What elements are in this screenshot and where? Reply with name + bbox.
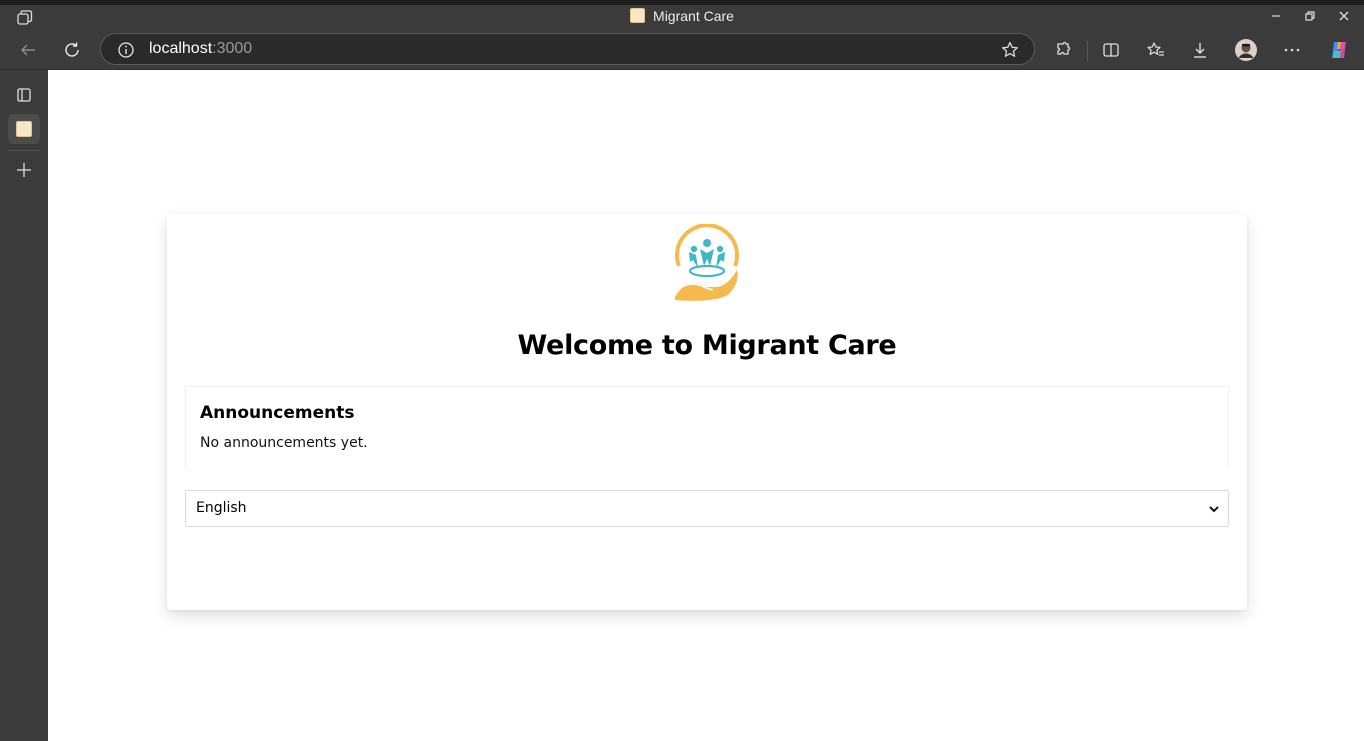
more-options-icon[interactable]	[1279, 37, 1305, 63]
minimize-icon[interactable]	[1266, 7, 1286, 25]
welcome-card: Welcome to Migrant Care Announcements No…	[167, 214, 1247, 610]
announcements-title: Announcements	[200, 403, 355, 423]
tab-favicon-icon	[16, 121, 32, 137]
extensions-icon[interactable]	[1050, 37, 1076, 63]
window-title-text: Migrant Care	[653, 8, 734, 24]
language-select[interactable]: English	[185, 490, 1229, 527]
url-host: localhost	[149, 40, 213, 57]
tab-migrant-care[interactable]	[8, 114, 40, 144]
toolbar-divider	[1087, 41, 1088, 61]
downloads-icon[interactable]	[1187, 37, 1213, 63]
page-title: Welcome to Migrant Care	[517, 330, 897, 361]
announcements-panel: Announcements No announcements yet.	[185, 386, 1229, 468]
reload-icon[interactable]	[59, 37, 85, 63]
back-arrow-icon[interactable]	[15, 37, 41, 63]
tab-actions-icon[interactable]	[11, 82, 37, 108]
split-screen-icon[interactable]	[1098, 37, 1124, 63]
restore-icon[interactable]	[1300, 7, 1320, 25]
site-favicon-icon	[630, 8, 646, 23]
migrant-care-logo	[669, 223, 745, 304]
sidebar-divider	[8, 150, 40, 151]
copilot-icon[interactable]	[1326, 37, 1352, 63]
site-info-icon[interactable]	[117, 41, 135, 59]
announcements-empty-text: No announcements yet.	[200, 435, 368, 451]
favorite-star-icon[interactable]	[1000, 40, 1020, 60]
close-icon[interactable]	[1334, 7, 1354, 25]
url-text[interactable]: localhost:3000	[149, 40, 252, 58]
browser-toolbar: localhost:3000	[0, 29, 1364, 70]
window-title: Migrant Care	[0, 8, 1364, 24]
profile-avatar[interactable]	[1233, 37, 1259, 63]
new-tab-plus-icon[interactable]	[11, 157, 37, 183]
chevron-down-icon	[1208, 503, 1220, 515]
url-port: :3000	[212, 40, 253, 57]
language-select-value: English	[196, 500, 247, 516]
vertical-tabs-sidebar	[0, 70, 48, 741]
address-bar[interactable]: localhost:3000	[100, 33, 1035, 65]
page-content: Welcome to Migrant Care Announcements No…	[48, 70, 1364, 741]
favorites-icon[interactable]	[1143, 37, 1169, 63]
title-bar: Migrant Care	[0, 5, 1364, 29]
